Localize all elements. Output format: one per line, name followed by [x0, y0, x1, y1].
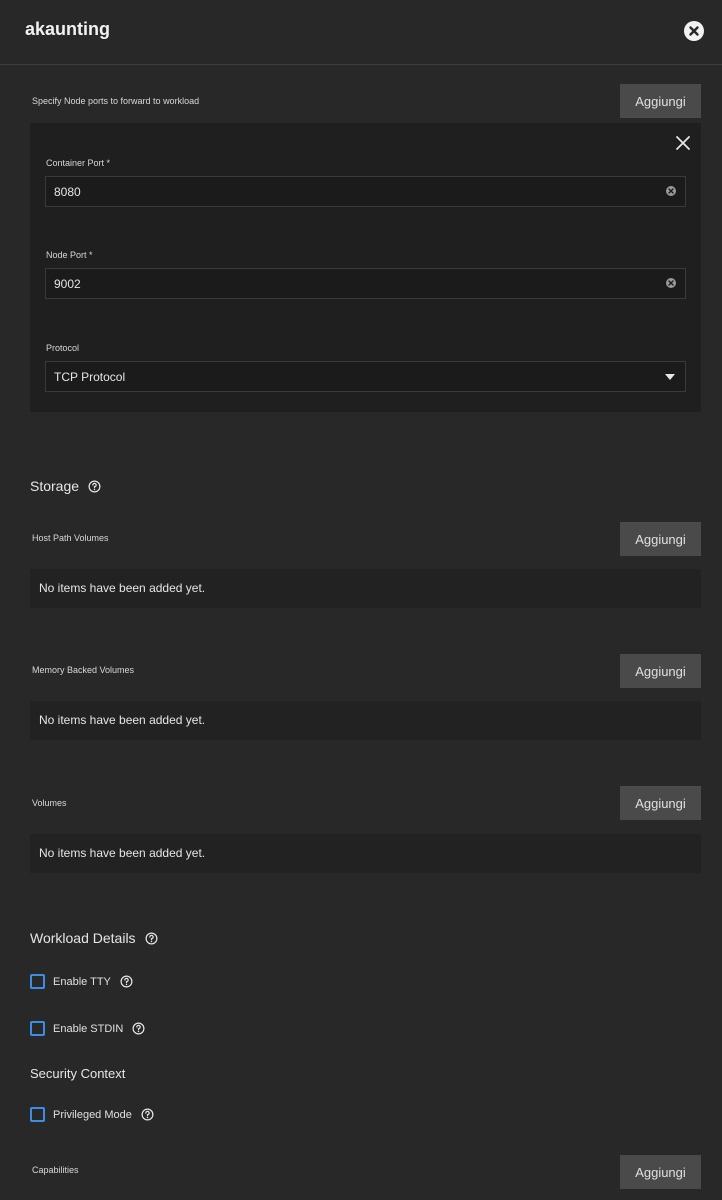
help-icon[interactable]: [145, 932, 158, 945]
empty-state-text: No items have been added yet.: [39, 713, 206, 727]
enable-stdin-label: Enable STDIN: [53, 1022, 124, 1035]
host-path-volumes-label: Host Path Volumes: [32, 533, 109, 543]
protocol-value: TCP Protocol: [54, 370, 126, 384]
privileged-mode-label: Privileged Mode: [53, 1108, 132, 1121]
node-port-label: Node Port *: [46, 250, 93, 260]
page-title: akaunting: [25, 19, 111, 39]
node-port-value: 9002: [54, 277, 81, 291]
privileged-mode-row: Privileged Mode: [30, 1107, 154, 1122]
storage-heading-text: Storage: [30, 478, 80, 494]
clear-icon[interactable]: [665, 185, 677, 197]
storage-heading: Storage: [30, 478, 101, 494]
container-port-input[interactable]: 8080: [45, 176, 686, 207]
container-port-value: 8080: [54, 185, 81, 199]
add-volume-button[interactable]: Aggiungi: [620, 786, 701, 820]
enable-tty-label: Enable TTY: [53, 975, 111, 988]
workload-details-heading-text: Workload Details: [30, 930, 136, 946]
volumes-list: No items have been added yet.: [30, 834, 701, 873]
help-icon[interactable]: [120, 975, 133, 988]
chevron-down-icon: [665, 374, 675, 380]
volumes-label: Volumes: [32, 798, 67, 808]
help-icon[interactable]: [141, 1108, 154, 1121]
enable-stdin-row: Enable STDIN: [30, 1021, 145, 1036]
close-circle-icon[interactable]: [684, 21, 704, 41]
memory-backed-volumes-list: No items have been added yet.: [30, 701, 701, 740]
add-host-path-volume-button[interactable]: Aggiungi: [620, 522, 701, 556]
enable-stdin-checkbox[interactable]: [30, 1021, 45, 1036]
container-port-label: Container Port *: [46, 158, 111, 168]
add-node-port-button[interactable]: Aggiungi: [620, 84, 701, 118]
memory-backed-volumes-label: Memory Backed Volumes: [32, 665, 135, 675]
empty-state-text: No items have been added yet.: [39, 846, 206, 860]
enable-tty-row: Enable TTY: [30, 974, 133, 989]
add-capability-button[interactable]: Aggiungi: [620, 1155, 701, 1189]
enable-tty-checkbox[interactable]: [30, 974, 45, 989]
security-context-heading-text: Security Context: [30, 1066, 126, 1081]
add-memory-backed-volume-button[interactable]: Aggiungi: [620, 654, 701, 688]
node-ports-label: Specify Node ports to forward to workloa…: [32, 96, 200, 106]
workload-details-heading: Workload Details: [30, 930, 158, 946]
close-icon[interactable]: [674, 134, 692, 152]
node-port-input[interactable]: 9002: [45, 268, 686, 299]
privileged-mode-checkbox[interactable]: [30, 1107, 45, 1122]
clear-icon[interactable]: [665, 277, 677, 289]
capabilities-label: Capabilities: [32, 1165, 79, 1175]
host-path-volumes-list: No items have been added yet.: [30, 569, 701, 608]
help-icon[interactable]: [132, 1022, 145, 1035]
node-port-item-card: Container Port * 8080 Node Port * 9002 P…: [30, 123, 701, 412]
security-context-heading: Security Context: [30, 1066, 125, 1081]
help-icon[interactable]: [88, 480, 101, 493]
protocol-label: Protocol: [46, 343, 80, 353]
protocol-select[interactable]: TCP Protocol: [45, 361, 686, 392]
dialog-header: akaunting: [0, 0, 722, 65]
empty-state-text: No items have been added yet.: [39, 581, 206, 595]
